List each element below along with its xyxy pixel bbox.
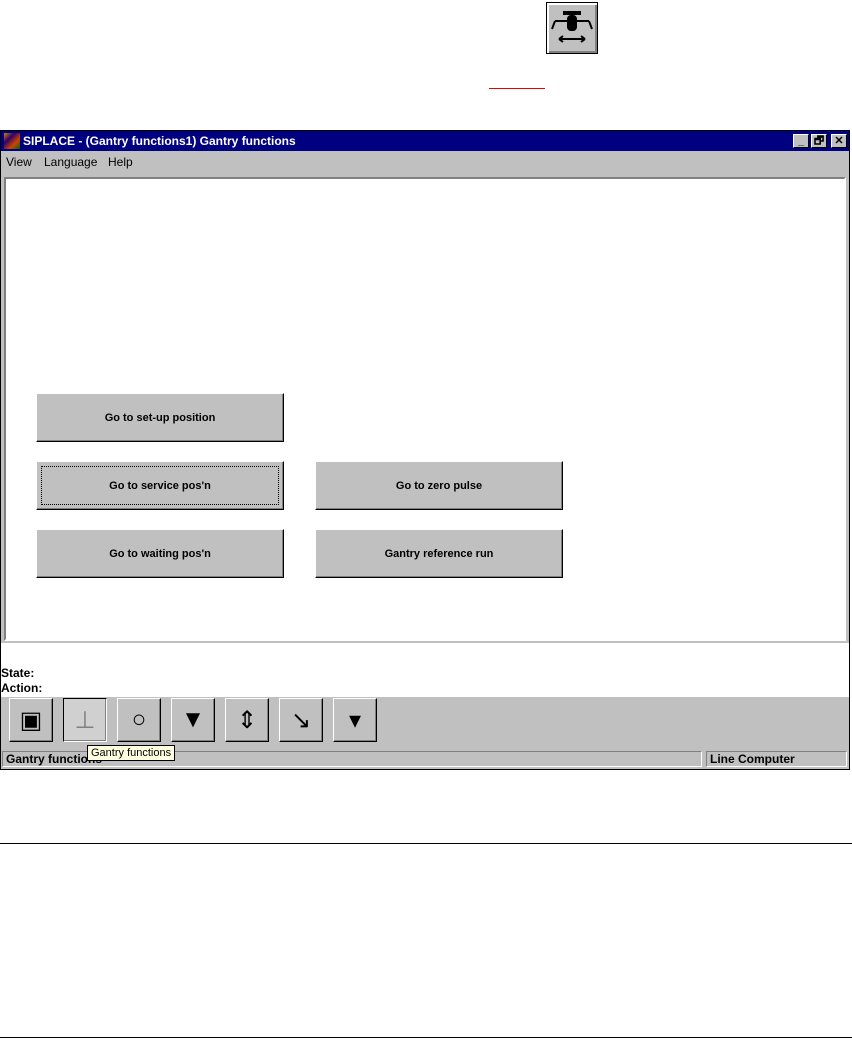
action-label: Action: bbox=[1, 681, 43, 695]
nozzle-up-icon[interactable]: ▼ bbox=[171, 698, 215, 742]
close-button[interactable]: ✕ bbox=[831, 134, 847, 148]
status-panel-right: Line Computer bbox=[706, 751, 847, 767]
go-to-waiting-position-button[interactable]: Go to waiting pos'n bbox=[36, 529, 284, 578]
overview-select-icon[interactable]: ▣ bbox=[9, 698, 53, 742]
tooltip: Gantry functions bbox=[87, 745, 176, 761]
info-area: State: Action: bbox=[1, 643, 849, 697]
nozzle-height-icon[interactable]: ⇕ bbox=[225, 698, 269, 742]
gantry-functions-icon[interactable]: ⊥ bbox=[63, 698, 107, 742]
menu-view[interactable]: View bbox=[6, 155, 32, 169]
red-underline bbox=[489, 88, 545, 89]
minimize-button[interactable]: _ bbox=[793, 134, 809, 148]
menu-bar: View Language Help bbox=[1, 151, 849, 171]
feeder-nozzle-icon[interactable]: ▾ bbox=[333, 698, 377, 742]
revolver-head-icon[interactable]: ○ bbox=[117, 698, 161, 742]
title-bar[interactable]: SIPLACE - (Gantry functions1) Gantry fun… bbox=[1, 131, 849, 151]
go-to-service-position-button[interactable]: Go to service pos'n bbox=[36, 461, 284, 510]
siplace-logo-icon bbox=[4, 133, 20, 149]
window-title: SIPLACE - (Gantry functions1) Gantry fun… bbox=[23, 134, 296, 148]
content-area: Go to set-up position Go to service pos'… bbox=[4, 177, 846, 641]
gantry-reference-run-button[interactable]: Gantry reference run bbox=[315, 529, 563, 578]
divider-top bbox=[0, 843, 852, 844]
divider-bottom bbox=[0, 1037, 852, 1038]
gantry-functions-icon bbox=[546, 2, 598, 54]
state-label: State: bbox=[1, 666, 35, 680]
menu-language[interactable]: Language bbox=[44, 155, 97, 169]
menu-help[interactable]: Help bbox=[108, 155, 133, 169]
head-rotation-icon[interactable]: ↘ bbox=[279, 698, 323, 742]
go-to-setup-position-button[interactable]: Go to set-up position bbox=[36, 393, 284, 442]
restore-button[interactable]: 🗗 bbox=[811, 134, 827, 148]
go-to-zero-pulse-button[interactable]: Go to zero pulse bbox=[315, 461, 563, 510]
siplace-window: SIPLACE - (Gantry functions1) Gantry fun… bbox=[0, 130, 850, 770]
